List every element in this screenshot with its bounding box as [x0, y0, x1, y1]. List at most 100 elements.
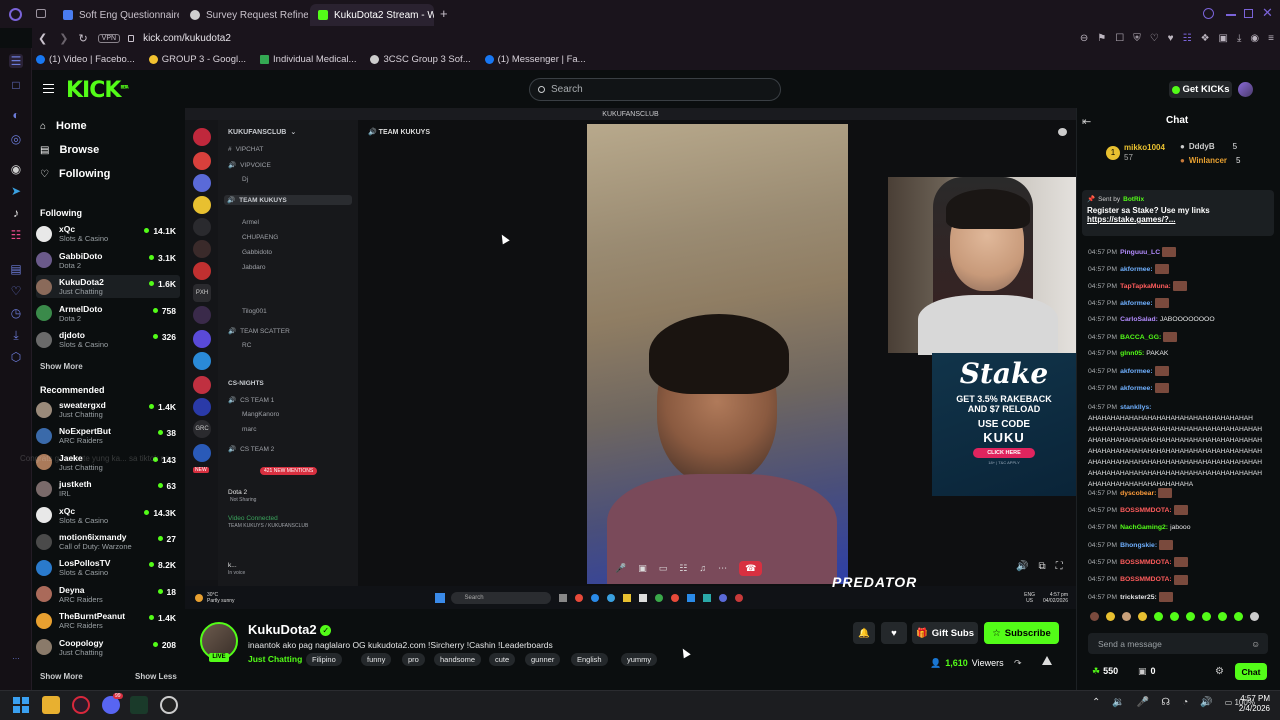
- sidebar-channel-armeldoto[interactable]: ArmelDoto Dota 2 758: [36, 302, 180, 325]
- message-user[interactable]: akformee:: [1120, 266, 1153, 273]
- popout-icon[interactable]: ⧉: [1038, 561, 1045, 572]
- sidebar-channel-djdoto[interactable]: djdoto Slots & Casino 326: [36, 328, 180, 351]
- notify-button[interactable]: 🔔: [853, 622, 875, 644]
- tab-overview-icon[interactable]: [36, 9, 46, 18]
- terminal-icon[interactable]: [130, 696, 148, 714]
- menu-icon[interactable]: ≡: [1268, 33, 1274, 44]
- tab-kukudota2-stream[interactable]: KukuDota2 Stream - W: [310, 4, 434, 26]
- message-user[interactable]: BACCA_GG:: [1120, 334, 1161, 341]
- bookmark-group3-google[interactable]: GROUP 3 - Googl...: [148, 54, 246, 65]
- tray-chevron-icon[interactable]: ⌃: [1092, 697, 1100, 708]
- stake-cta[interactable]: CLICK HERE: [973, 448, 1035, 458]
- sidebar-channel-justketh[interactable]: justketh IRL 63: [36, 477, 180, 500]
- tag-funny[interactable]: funny: [361, 653, 392, 666]
- tag-cute[interactable]: cute: [489, 653, 516, 666]
- show-more-recommended[interactable]: Show More: [40, 672, 83, 681]
- message-user[interactable]: CarloSalad:: [1120, 316, 1158, 323]
- message-user[interactable]: akformee:: [1120, 368, 1153, 375]
- pin-icon[interactable]: ⚑: [1097, 33, 1106, 44]
- bookmark-messenger[interactable]: (1) Messenger | Fa...: [484, 54, 586, 65]
- volume-tray-icon[interactable]: 🔊: [1200, 697, 1212, 708]
- tag-pro[interactable]: pro: [402, 653, 425, 666]
- chat-send-button[interactable]: Chat: [1235, 663, 1267, 680]
- sidebar-channel-deyna[interactable]: Deyna ARC Raiders 18: [36, 583, 180, 606]
- telegram-icon[interactable]: ➤: [9, 184, 23, 198]
- sidebar-channel-noexpertbut[interactable]: NoExpertBut ARC Raiders 38: [36, 424, 180, 447]
- mic-icon[interactable]: 🎤: [615, 563, 626, 574]
- search-tabs-icon[interactable]: [1203, 8, 1214, 19]
- url-field[interactable]: kick.com/kukudota2: [143, 33, 231, 44]
- opera-gx-icon[interactable]: [72, 696, 90, 714]
- follow-button[interactable]: ♥: [881, 622, 907, 644]
- report-icon[interactable]: [1042, 656, 1052, 665]
- subscribe-button[interactable]: ☆ Subscribe: [984, 622, 1059, 644]
- downloads-icon[interactable]: ⤓: [9, 328, 23, 342]
- sidebar-channel-motion6ixmandy[interactable]: motion6ixmandy Call of Duty: Warzone 27: [36, 530, 180, 553]
- wallet-icon[interactable]: ▣: [1219, 33, 1228, 44]
- message-user[interactable]: BOSSMMDOTA:: [1120, 576, 1172, 583]
- mic-tray-icon[interactable]: 🎤: [1137, 697, 1149, 708]
- tag-english[interactable]: English: [571, 653, 608, 666]
- nav-home[interactable]: ⌂ Home: [40, 120, 87, 132]
- chat-input[interactable]: Send a message ☺: [1088, 633, 1268, 654]
- message-user[interactable]: Pinguuu_LC: [1120, 249, 1160, 256]
- extensions-icon[interactable]: ☷: [1183, 33, 1192, 44]
- gift-subs-button[interactable]: 🎁 Gift Subs: [912, 622, 978, 644]
- message-user[interactable]: TapTapkaMuna:: [1120, 283, 1171, 290]
- obs-icon[interactable]: [160, 696, 178, 714]
- chat-settings-icon[interactable]: ⚙: [1215, 666, 1224, 677]
- download-icon[interactable]: ⤓: [1237, 33, 1241, 44]
- show-less-recommended[interactable]: Show Less: [135, 672, 177, 681]
- os-clock[interactable]: 4:57 PM 2/4/2026: [1230, 694, 1270, 714]
- nav-following[interactable]: ♡ Following: [40, 168, 110, 180]
- message-user[interactable]: dyscobear:: [1120, 490, 1156, 497]
- aria-icon[interactable]: ◐: [9, 108, 23, 122]
- messenger-icon[interactable]: ◎: [9, 132, 23, 146]
- windows-start-icon[interactable]: [12, 696, 30, 714]
- more-icon[interactable]: …: [9, 650, 23, 664]
- tab-survey-request[interactable]: Survey Request Refineme: [182, 4, 308, 26]
- streamer-name[interactable]: KukuDota2 ✓: [248, 622, 332, 637]
- tag-filipino[interactable]: Filipino: [306, 653, 342, 666]
- snapshot-icon[interactable]: ☐: [1115, 33, 1124, 44]
- stream-category[interactable]: Just Chatting: [248, 654, 302, 664]
- bookmark-individual-medical[interactable]: Individual Medical...: [260, 54, 356, 65]
- message-user[interactable]: stankllys:: [1120, 404, 1151, 411]
- soundboard-icon[interactable]: ♫: [699, 563, 706, 573]
- collapse-chat-icon[interactable]: ⇤: [1082, 115, 1091, 128]
- sidebar-channel-xqc[interactable]: xQc Slots & Casino 14.3K: [36, 504, 180, 527]
- whatsapp-icon[interactable]: ◉: [9, 162, 23, 176]
- pinned-message[interactable]: 📌 Sent by BotRix Register sa Stake? Use my…: [1082, 190, 1274, 236]
- opera-logo-icon[interactable]: [9, 8, 22, 21]
- camera-icon[interactable]: ◉: [1250, 33, 1259, 44]
- kick-logo[interactable]: KICKBETA: [66, 78, 129, 103]
- show-more-following[interactable]: Show More: [40, 362, 83, 371]
- end-call-button[interactable]: ☎: [739, 560, 763, 576]
- emoji-icon[interactable]: ☺: [1251, 639, 1260, 649]
- history-icon[interactable]: ◷: [9, 306, 23, 320]
- search-input[interactable]: Search: [529, 78, 781, 101]
- workspace-icon[interactable]: ☰: [9, 54, 23, 68]
- get-kicks-button[interactable]: Get KICKs: [1169, 81, 1232, 98]
- close-window-button[interactable]: ✕: [1262, 5, 1273, 21]
- tag-yummy[interactable]: yummy: [621, 653, 658, 666]
- stake-ad[interactable]: Stake GET 3.5% RAKEBACK AND $7 RELOAD US…: [932, 353, 1076, 496]
- minimize-button[interactable]: [1226, 14, 1236, 16]
- wifi-icon[interactable]: ◔: [1182, 697, 1188, 708]
- bookmark-facebook-video[interactable]: (1) Video | Facebo...: [36, 54, 135, 65]
- cube-icon[interactable]: ⬡: [9, 350, 23, 364]
- bookmark-3csc-group3[interactable]: 3CSC Group 3 Sof...: [370, 54, 471, 65]
- screen-share-icon[interactable]: ▭: [659, 563, 668, 574]
- headset-icon[interactable]: ☊: [1161, 697, 1170, 708]
- camera-call-icon[interactable]: ▣: [638, 563, 647, 574]
- bookmark-icon[interactable]: ♡: [1150, 33, 1159, 44]
- points-display[interactable]: ☘ 550: [1092, 666, 1118, 677]
- nav-browse[interactable]: ▤ Browse: [40, 144, 99, 156]
- forward-icon[interactable]: ❯: [59, 32, 68, 45]
- shield-icon[interactable]: ⛨: [1133, 33, 1141, 44]
- pinned-link[interactable]: https://stake.games/?...: [1087, 215, 1269, 224]
- sidebar-channel-lospollostv[interactable]: LosPollosTV Slots & Casino 8.2K: [36, 556, 180, 579]
- message-user[interactable]: akformee:: [1120, 300, 1153, 307]
- volume-icon[interactable]: 🔊: [1016, 561, 1028, 572]
- zoom-icon[interactable]: ⊖: [1080, 33, 1088, 44]
